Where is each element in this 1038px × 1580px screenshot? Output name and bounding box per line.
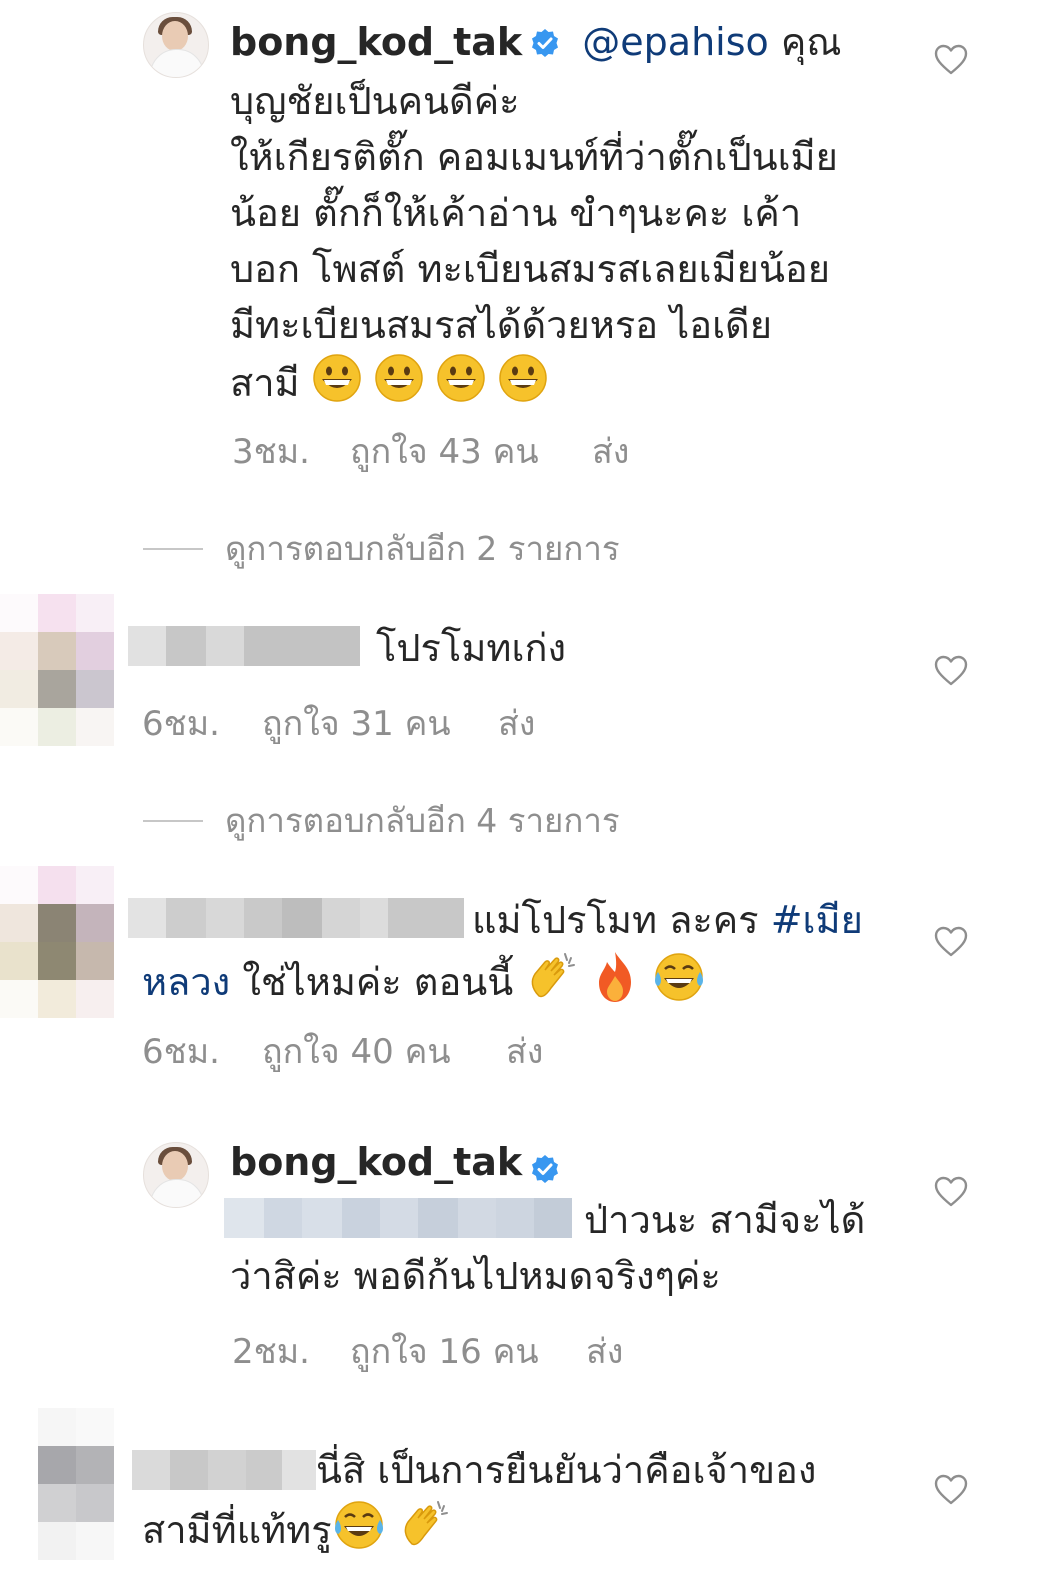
verified-badge-icon	[530, 1154, 560, 1188]
comment-time: 6ชม.	[142, 704, 220, 744]
comment-text: แม่โปรโมท ละคร	[472, 898, 771, 942]
comment-body: bong_kod_tak @epahiso คุณ บุญชัยเป็นคนดี…	[230, 14, 910, 418]
username[interactable]: bong_kod_tak	[230, 1140, 522, 1184]
username[interactable]: bong_kod_tak	[230, 20, 522, 64]
comment-text: ใช่ไหมค่ะ ตอนนี้	[230, 960, 514, 1004]
likes-count[interactable]: ถูกใจ 31 คน	[262, 696, 498, 750]
reply-button[interactable]: ส่ง	[592, 424, 629, 478]
comment-time: 3ชม.	[232, 432, 310, 472]
comment-body: แม่โปรโมท ละคร #เมีย หลวง ใช่ไหมค่ะ ตอนน…	[142, 892, 902, 1019]
avatar[interactable]	[143, 12, 209, 78]
comment-time: 6ชม.	[142, 1032, 220, 1072]
comment-text: บอก โพสต์ ทะเบียนสมรสเลยเมียน้อย	[230, 246, 831, 291]
grinning-face-icon	[436, 353, 486, 418]
comment-body: สามีที่แท้ทรู	[142, 1498, 452, 1567]
comment-text: น้อย ตั๊กก็ให้เค้าอ่าน ขำๆนะคะ เค้า	[230, 190, 802, 235]
comment-meta: 6ชม. ถูกใจ 31 คน ส่ง	[142, 696, 535, 750]
divider	[143, 547, 203, 550]
comment-text: นี่สิ เป็นการยืนยันว่าคือเจ้าของ	[316, 1448, 817, 1492]
divider	[143, 819, 203, 822]
mention-link[interactable]: @epahiso	[582, 20, 768, 64]
heart-icon[interactable]	[934, 1474, 968, 1506]
avatar[interactable]	[143, 1142, 209, 1208]
avatar[interactable]	[0, 594, 114, 746]
reply-button[interactable]: ส่ง	[586, 1324, 623, 1378]
avatar[interactable]	[0, 866, 114, 1018]
comment-text: ว่าสิค่ะ พอดีก้นไปหมดจริงๆค่ะ	[230, 1254, 721, 1298]
hashtag-link[interactable]: หลวง	[142, 960, 230, 1004]
hashtag-link[interactable]: #เมีย	[771, 898, 863, 942]
comment-text: สามีที่แท้ทรู	[142, 1508, 332, 1552]
view-replies-button[interactable]: ดูการตอบกลับอีก 4 รายการ	[143, 794, 620, 847]
reply-button[interactable]: ส่ง	[498, 696, 535, 750]
tears-of-joy-icon	[652, 950, 706, 1019]
view-replies-label[interactable]: ดูการตอบกลับอีก 2 รายการ	[225, 522, 620, 575]
heart-icon[interactable]	[934, 926, 968, 958]
comment-text: โปรโมทเก่ง	[376, 626, 566, 670]
comment-meta: 6ชม. ถูกใจ 40 คน ส่ง	[142, 1024, 543, 1078]
heart-icon[interactable]	[934, 44, 968, 76]
username[interactable]	[128, 626, 360, 666]
heart-icon[interactable]	[934, 1176, 968, 1208]
heart-icon[interactable]	[934, 655, 968, 687]
tears-of-joy-icon	[332, 1498, 386, 1567]
view-replies-label[interactable]: ดูการตอบกลับอีก 4 รายการ	[225, 794, 620, 847]
likes-count[interactable]: ถูกใจ 43 คน	[350, 424, 592, 478]
reply-button[interactable]: ส่ง	[506, 1024, 543, 1078]
likes-count[interactable]: ถูกใจ 16 คน	[350, 1324, 586, 1378]
avatar[interactable]	[0, 1408, 114, 1560]
comment-time: 2ชม.	[232, 1332, 310, 1372]
comment-meta: 3ชม. ถูกใจ 43 คน ส่ง	[232, 424, 629, 478]
comment-text: สามี	[230, 360, 300, 405]
likes-count[interactable]: ถูกใจ 40 คน	[262, 1024, 506, 1078]
clapping-hands-icon	[398, 1498, 452, 1567]
username[interactable]	[132, 1450, 316, 1490]
verified-badge-icon	[530, 17, 560, 73]
fire-icon	[591, 950, 639, 1019]
comment-text: บุญชัยเป็นคนดีค่ะ	[230, 78, 520, 123]
comment-header: bong_kod_tak	[230, 1140, 560, 1188]
view-replies-button[interactable]: ดูการตอบกลับอีก 2 รายการ	[143, 522, 620, 575]
grinning-face-icon	[312, 353, 362, 418]
comment-text: ให้เกียรติตั๊ก คอมเมนท์ที่ว่าตั๊กเป็นเมี…	[230, 134, 838, 179]
grinning-face-icon	[374, 353, 424, 418]
clapping-hands-icon	[525, 950, 579, 1019]
comment-text: คุณ	[780, 20, 842, 64]
comment-meta: 2ชม. ถูกใจ 16 คน ส่ง	[232, 1324, 623, 1378]
mention-link[interactable]	[224, 1198, 572, 1238]
grinning-face-icon	[498, 353, 548, 418]
comment-text: มีทะเบียนสมรสได้ด้วยหรอ ไอเดีย	[230, 302, 773, 347]
comment-text: ป่าวนะ สามีจะได้	[584, 1198, 866, 1242]
